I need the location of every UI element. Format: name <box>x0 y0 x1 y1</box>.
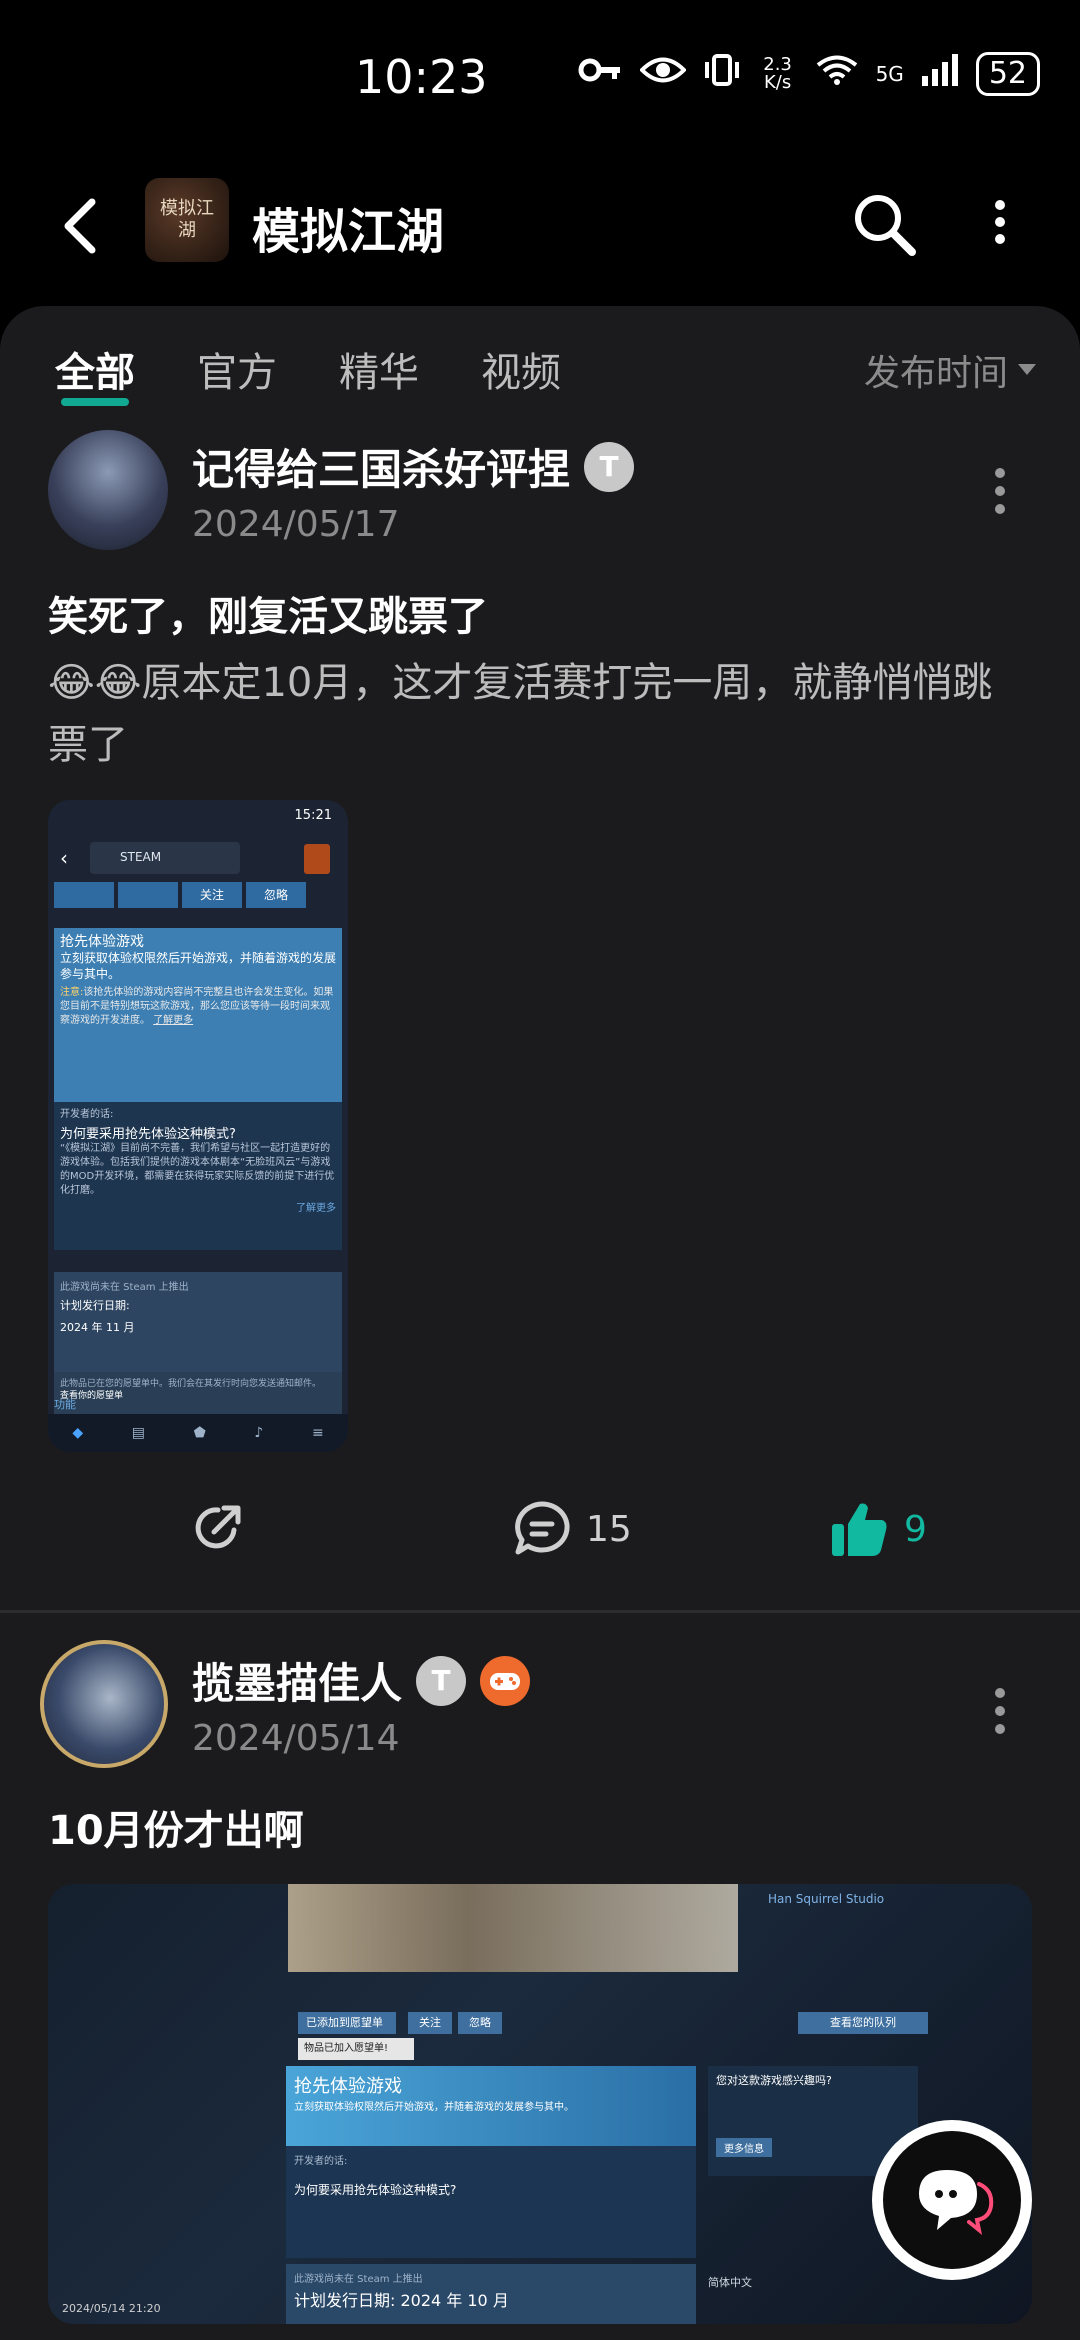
avatar[interactable] <box>40 1640 168 1768</box>
post-divider <box>0 1610 1080 1613</box>
more-dot-icon <box>995 200 1005 210</box>
image-ignore: 忽略 <box>458 2012 502 2034</box>
image-time: 15:21 <box>294 808 332 823</box>
chevron-left-icon <box>64 198 96 254</box>
image-features: 功能 <box>54 1398 76 1411</box>
image-why-more: 了解更多 <box>296 1203 336 1214</box>
image-why-text: “《模拟江湖》目前尚不完善，我们希望与社区一起打造更好的游戏体验。包括我们提供的… <box>60 1143 335 1196</box>
image-note: 该抢先体验的游戏内容尚不完整且也许会发生变化。如果您目前不是特别想玩这款游戏，那… <box>60 987 334 1026</box>
status-time: 10:23 <box>355 50 488 104</box>
image-follow: 关注 <box>408 2012 452 2034</box>
sort-label: 发布时间 <box>863 353 1008 394</box>
tab-bar: 全部 官方 精华 视频 <box>55 340 561 406</box>
news-icon: ▤ <box>131 1425 145 1441</box>
username: 揽墨描佳人 <box>192 1659 403 1708</box>
more-dot-icon <box>995 468 1005 478</box>
tab-all[interactable]: 全部 <box>55 340 135 406</box>
app-icon: 模拟江湖 <box>145 178 229 262</box>
search-button[interactable] <box>850 190 920 260</box>
image-wishlist-button: 已添加到愿望单 <box>298 2012 396 2034</box>
image-avatar <box>304 844 330 874</box>
image-early-desc: 立刻获取体验权限然后开始游戏，并随着游戏的发展参与其中。 <box>60 951 337 981</box>
bell-icon: ♪ <box>254 1425 264 1441</box>
post-body[interactable]: 😂😂原本定10月，这才复活赛打完一周，就静悄悄跳票了 <box>48 652 1028 776</box>
gamepad-badge-icon <box>480 1655 531 1706</box>
post-title[interactable]: 10月份才出啊 <box>48 1798 304 1856</box>
image-learn-more: 了解更多 <box>153 1015 194 1026</box>
menu-icon: ≡ <box>311 1425 324 1441</box>
image-dev-says: 开发者的话: <box>294 2156 348 2167</box>
comment-button[interactable]: 15 <box>512 1500 632 1558</box>
wifi-icon <box>816 54 858 94</box>
tab-featured[interactable]: 精华 <box>339 340 419 398</box>
thumbs-up-icon <box>832 1503 887 1556</box>
post-more-button[interactable] <box>994 468 1006 514</box>
post-image[interactable]: 15:21 ‹ STEAM 关注 忽略 抢先体验游戏 立刻获取体验权限然后开始游… <box>48 800 348 1452</box>
post-author[interactable]: 揽墨描佳人 T <box>192 1650 531 1711</box>
developer: Han Squirrel Studio <box>768 1892 885 1906</box>
status-icons: 2.3 K/s 5G 52 <box>578 52 1040 96</box>
caret-down-icon <box>1018 364 1036 375</box>
image-ignore: 忽略 <box>246 882 306 908</box>
image-dev-says: 开发者的话: <box>60 1109 114 1120</box>
image-more-info: 更多信息 <box>716 2138 772 2157</box>
signal-icon <box>921 54 958 94</box>
avatar[interactable] <box>48 430 168 550</box>
image-interest: 您对这款游戏感兴趣吗? <box>716 2074 832 2087</box>
like-button[interactable]: 9 <box>830 1500 927 1558</box>
chat-fab-button[interactable] <box>872 2120 1032 2280</box>
share-icon <box>195 1505 241 1549</box>
page-title: 模拟江湖 <box>252 204 445 260</box>
signal-network: 5G <box>875 62 904 86</box>
post-author[interactable]: 记得给三国杀好评捏 T <box>192 436 635 497</box>
image-timestamp: 2024/05/14 21:20 <box>62 2302 161 2315</box>
sort-dropdown[interactable]: 发布时间 <box>864 344 1036 396</box>
image-added: 物品已加入愿望单! <box>298 2038 414 2060</box>
post-more-button[interactable] <box>994 1688 1006 1734</box>
back-button[interactable] <box>58 196 102 256</box>
post-date: 2024/05/17 <box>192 504 400 545</box>
vibrate-icon <box>704 52 740 96</box>
app-icon-text: 模拟江湖 <box>160 198 214 241</box>
search-icon <box>855 195 916 256</box>
image-early-title: 抢先体验游戏 <box>60 934 144 950</box>
post-image[interactable]: Han Squirrel Studio 已添加到愿望单 关注 忽略 查看您的队列… <box>48 1884 1032 2324</box>
comment-icon <box>515 1501 570 1555</box>
image-why-title: 为何要采用抢先体验这种模式? <box>60 1127 236 1142</box>
battery-icon: 52 <box>975 52 1040 96</box>
tag-icon: ◆ <box>72 1425 84 1441</box>
image-not-released: 此游戏尚未在 Steam 上推出 <box>294 2274 423 2285</box>
tab-official[interactable]: 官方 <box>197 340 277 398</box>
image-queue: 查看您的队列 <box>798 2012 928 2034</box>
like-count: 9 <box>904 1508 927 1550</box>
more-menu-button[interactable] <box>994 200 1006 244</box>
image-release-label: 计划发行日期: <box>60 1299 130 1312</box>
eye-icon <box>638 55 687 93</box>
level-badge: T <box>416 1655 467 1706</box>
username: 记得给三国杀好评捏 <box>192 445 571 494</box>
chat-bubbles-icon <box>919 2170 994 2235</box>
post-title[interactable]: 笑死了，刚复活又跳票了 <box>48 584 488 642</box>
shield-icon: ⬟ <box>193 1425 206 1441</box>
net-speed: 2.3 K/s <box>763 54 792 93</box>
image-release-date: 2024 年 11 月 <box>60 1321 135 1334</box>
image-note-label: 注意: <box>60 987 84 998</box>
image-early-title: 抢先体验游戏 <box>294 2076 402 2097</box>
post-date: 2024/05/14 <box>192 1718 400 1759</box>
image-app: STEAM <box>120 850 162 864</box>
image-follow: 关注 <box>182 882 242 908</box>
more-dot-icon <box>995 1688 1005 1698</box>
share-button[interactable] <box>190 1500 246 1556</box>
image-wishlist-note: 此物品已在您的愿望单中。我们会在其发行时向您发送通知邮件。 <box>60 1379 322 1389</box>
key-icon <box>578 55 622 93</box>
chevron-left-icon: ‹ <box>60 846 68 870</box>
image-lang: 简体中文 <box>708 2276 752 2289</box>
image-release: 计划发行日期: 2024 年 10 月 <box>294 2291 509 2310</box>
comment-count: 15 <box>586 1508 632 1550</box>
image-not-released: 此游戏尚未在 Steam 上推出 <box>60 1282 189 1293</box>
tab-video[interactable]: 视频 <box>481 340 561 398</box>
image-why-title: 为何要采用抢先体验这种模式? <box>294 2183 457 2197</box>
image-early-desc: 立刻获取体验权限然后开始游戏，并随着游戏的发展参与其中。 <box>294 2102 574 2113</box>
level-badge: T <box>584 441 635 492</box>
